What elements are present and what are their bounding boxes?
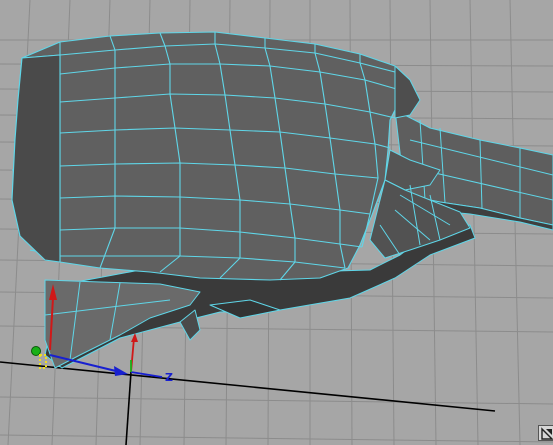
maya-viewport[interactable]: Z bbox=[0, 0, 553, 445]
mesh-side-left[interactable] bbox=[11, 54, 61, 263]
z-axis-label: Z bbox=[165, 371, 173, 384]
mesh-hand-body[interactable] bbox=[11, 31, 411, 281]
view-cube-icon[interactable] bbox=[538, 425, 553, 441]
scene-canvas[interactable]: Z bbox=[0, 0, 553, 445]
world-axes bbox=[0, 361, 496, 445]
